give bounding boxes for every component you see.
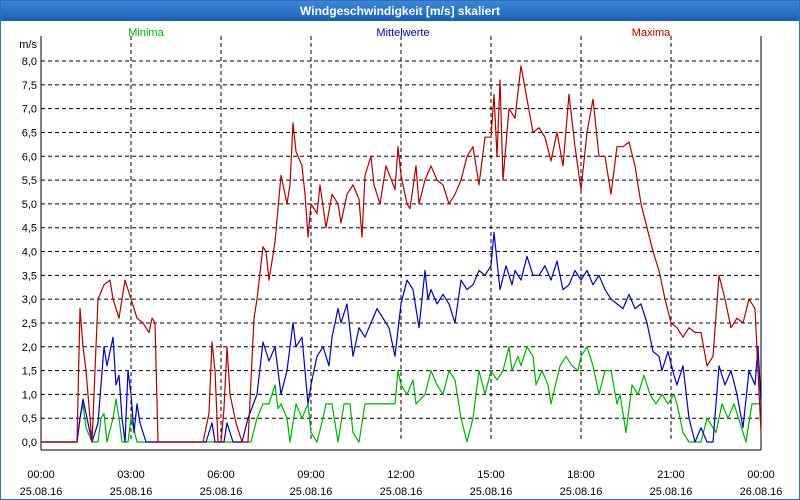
x-tick-date: 26.08.16 [740, 486, 783, 498]
y-tick-label: 6,5 [22, 127, 37, 139]
x-tick-time: 15:00 [477, 469, 505, 481]
window-title: Windgeschwindigkeit [m/s] skaliert [1, 1, 799, 21]
x-tick-time: 09:00 [297, 469, 325, 481]
y-tick-label: 4,0 [22, 247, 37, 259]
y-tick-label: 1,0 [22, 389, 37, 401]
x-tick-date: 25.08.16 [560, 486, 603, 498]
y-tick-label: 0,5 [22, 413, 37, 425]
x-tick-date: 25.08.16 [110, 486, 153, 498]
y-tick-label: 1,5 [22, 366, 37, 378]
y-tick-label: 7,0 [22, 104, 37, 116]
x-tick-date: 25.08.16 [20, 486, 63, 498]
x-tick-time: 12:00 [387, 469, 415, 481]
y-tick-label: 4,5 [22, 223, 37, 235]
legend-entry-minima: Minima [128, 27, 164, 39]
grid-lines [41, 36, 761, 442]
legend-entry-mittelwerte: Mittelwerte [376, 27, 429, 39]
y-tick-label: 5,5 [22, 175, 37, 187]
y-tick-label: 2,0 [22, 342, 37, 354]
x-tick-time: 00:00 [27, 469, 55, 481]
y-tick-label: 6,0 [22, 151, 37, 163]
y-tick-label: 7,5 [22, 80, 37, 92]
x-tick-time: 03:00 [117, 469, 145, 481]
y-axis-label: m/s [19, 39, 37, 51]
legend: Minima Mittelwerte Maxima [128, 27, 671, 39]
x-tick-date: 25.08.16 [290, 486, 333, 498]
x-tick-time: 00:00 [747, 469, 775, 481]
x-tick-date: 25.08.16 [650, 486, 693, 498]
x-tick-date: 25.08.16 [380, 486, 423, 498]
y-tick-label: 3,5 [22, 270, 37, 282]
y-tick-label: 5,0 [22, 199, 37, 211]
y-tick-label: 2,5 [22, 318, 37, 330]
legend-entry-maxima: Maxima [632, 27, 671, 39]
x-tick-time: 18:00 [567, 469, 595, 481]
y-tick-label: 8,0 [22, 56, 37, 68]
x-tick-time: 06:00 [207, 469, 235, 481]
x-tick-date: 25.08.16 [200, 486, 243, 498]
y-tick-label: 0,0 [22, 437, 37, 449]
chart-window: Windgeschwindigkeit [m/s] skaliert 0,0 0,… [0, 0, 800, 500]
y-tick-label: 3,0 [22, 294, 37, 306]
x-tick-time: 21:00 [657, 469, 685, 481]
x-tick-date: 25.08.16 [470, 486, 513, 498]
wind-speed-chart: 0,0 0,5 1,0 1,5 2,0 2,5 3,0 3,5 4,0 4,5 5,0 5,5 6,0 6… [19, 27, 783, 498]
